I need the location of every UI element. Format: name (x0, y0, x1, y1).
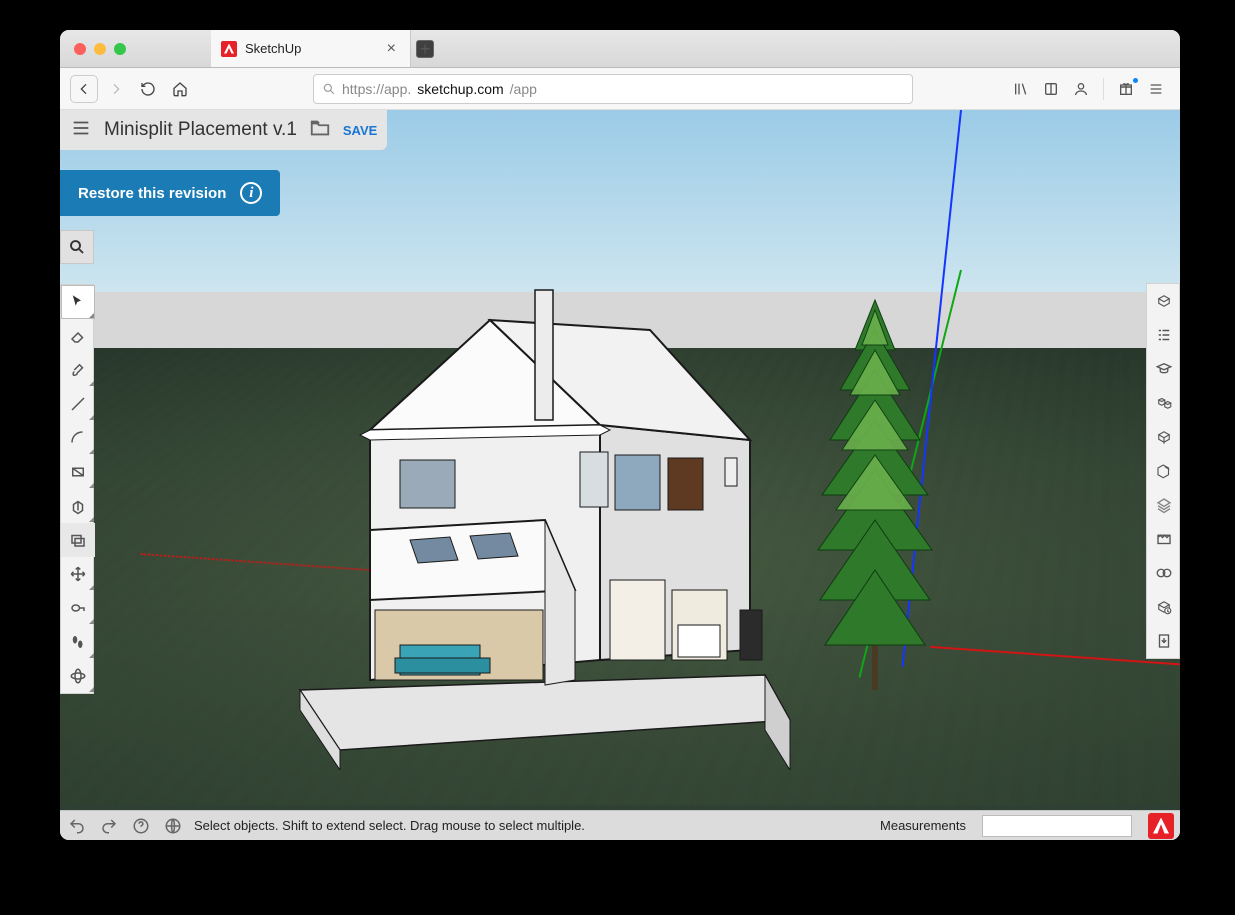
reader-icon[interactable] (1037, 75, 1065, 103)
back-button[interactable] (70, 75, 98, 103)
move-tool[interactable] (61, 557, 95, 591)
sketchup-favicon (221, 41, 237, 57)
offset-tool[interactable] (61, 523, 95, 557)
whatsnew-icon[interactable] (1112, 75, 1140, 103)
materials-panel[interactable] (1147, 420, 1180, 454)
components-panel[interactable] (1147, 386, 1180, 420)
language-button[interactable] (162, 815, 184, 837)
tool-search-button[interactable] (60, 230, 94, 264)
rectangle-tool[interactable] (61, 455, 95, 489)
walk-tool[interactable] (61, 625, 95, 659)
library-icon[interactable] (1007, 75, 1035, 103)
forward-button[interactable] (102, 75, 130, 103)
status-hint: Select objects. Shift to extend select. … (194, 818, 585, 833)
right-panels (1146, 283, 1180, 659)
project-title: Minisplit Placement v.1 (104, 119, 297, 141)
info-icon[interactable]: i (240, 182, 262, 204)
measurements-label: Measurements (880, 818, 966, 833)
address-bar[interactable]: https://app.sketchup.com/app (313, 74, 913, 104)
restore-revision-banner[interactable]: Restore this revision i (60, 170, 280, 216)
browser-window: SketchUp × + https://app.sketchup.com/ap… (60, 30, 1180, 840)
app-header: Minisplit Placement v.1 SAVE (60, 110, 387, 150)
status-bar: Select objects. Shift to extend select. … (60, 810, 1180, 840)
paint-tool[interactable] (61, 353, 95, 387)
account-icon[interactable] (1067, 75, 1095, 103)
styles-panel[interactable] (1147, 454, 1180, 488)
menu-icon[interactable] (1142, 75, 1170, 103)
entity-info-panel[interactable] (1147, 284, 1180, 318)
window-controls (60, 43, 126, 55)
sketchup-logo-icon[interactable] (1148, 813, 1174, 839)
help-button[interactable] (130, 815, 152, 837)
window-close-button[interactable] (74, 43, 86, 55)
scenes-panel[interactable] (1147, 522, 1180, 556)
save-button[interactable]: SAVE (343, 123, 377, 138)
arc-tool[interactable] (61, 421, 95, 455)
reload-button[interactable] (134, 75, 162, 103)
window-titlebar: SketchUp × + (60, 30, 1180, 68)
line-tool[interactable] (61, 387, 95, 421)
model-info-panel[interactable] (1147, 590, 1180, 624)
window-minimize-button[interactable] (94, 43, 106, 55)
export-panel[interactable] (1147, 624, 1180, 658)
orbit-tool[interactable] (61, 659, 95, 693)
eraser-tool[interactable] (61, 319, 95, 353)
home-button[interactable] (166, 75, 194, 103)
tape-tool[interactable] (61, 591, 95, 625)
instructor-panel[interactable] (1147, 352, 1180, 386)
measurements-input[interactable] (982, 815, 1132, 837)
left-toolbar (60, 284, 94, 694)
house-model (280, 230, 800, 770)
pushpull-tool[interactable] (61, 489, 95, 523)
tab-title: SketchUp (245, 41, 301, 56)
new-tab-button[interactable]: + (411, 40, 439, 58)
folder-icon[interactable] (309, 117, 331, 144)
undo-button[interactable] (66, 815, 88, 837)
display-panel[interactable] (1147, 556, 1180, 590)
tags-panel[interactable] (1147, 488, 1180, 522)
select-tool[interactable] (61, 285, 95, 319)
hamburger-button[interactable] (70, 117, 92, 144)
browser-tab[interactable]: SketchUp × (211, 30, 411, 67)
restore-label: Restore this revision (78, 185, 226, 202)
tab-close-icon[interactable]: × (387, 40, 396, 58)
window-zoom-button[interactable] (114, 43, 126, 55)
tree-model (800, 280, 950, 710)
browser-toolbar: https://app.sketchup.com/app (60, 68, 1180, 110)
browser-right-icons (1007, 75, 1170, 103)
search-icon (322, 82, 336, 96)
outliner-panel[interactable] (1147, 318, 1180, 352)
redo-button[interactable] (98, 815, 120, 837)
